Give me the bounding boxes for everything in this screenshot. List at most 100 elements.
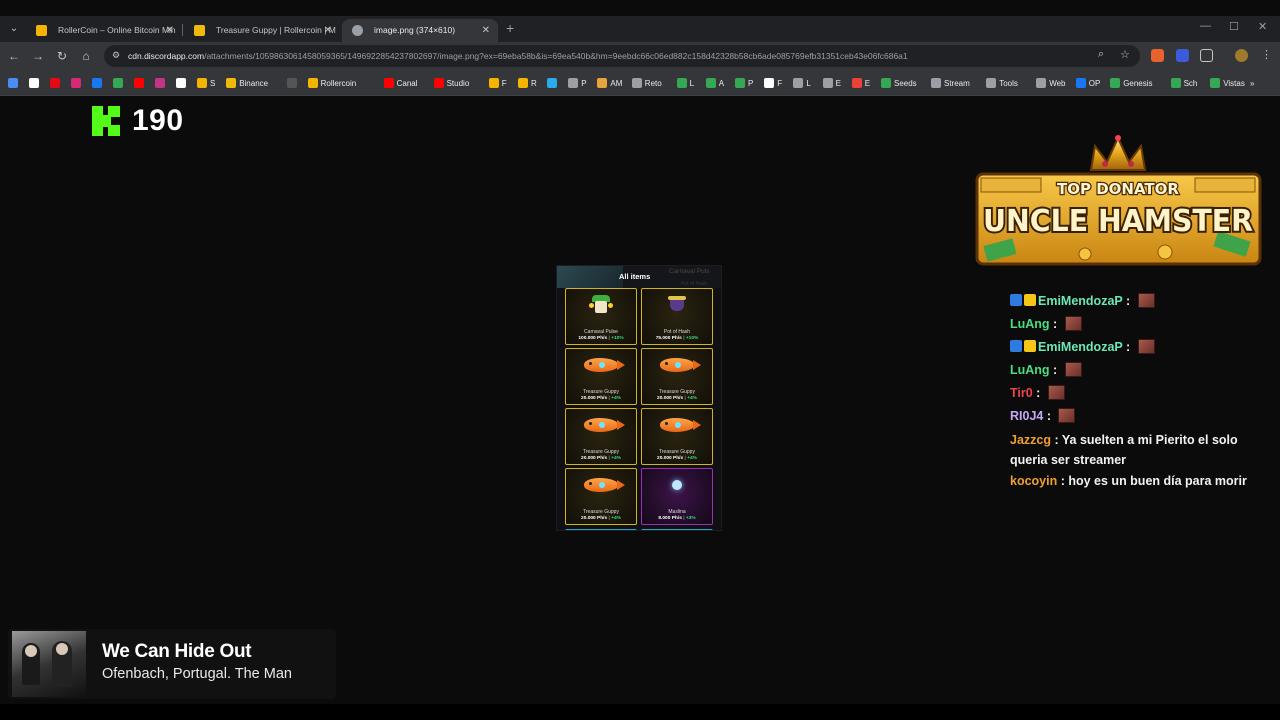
bookmark-item[interactable]: Vistas [1210, 75, 1245, 91]
bookmark-item[interactable]: Sch [1170, 75, 1197, 91]
extension-b-icon[interactable] [1176, 49, 1189, 62]
bookmark-item[interactable] [92, 75, 102, 91]
item-power: 75.000 Ph/s | +10% [655, 336, 699, 341]
address-bar[interactable]: ⚙ cdn.discordapp.com/attachments/1059863… [104, 45, 1140, 67]
bookmark-label: OP [1088, 78, 1101, 88]
bookmark-item[interactable] [155, 75, 165, 91]
inventory-card: Treasure Guppy 20.000 Ph/s | +4% [565, 348, 637, 405]
bookmark-star-icon[interactable]: ☆ [1120, 48, 1130, 61]
gift-badge-icon [1024, 294, 1036, 306]
tab-treasure-guppy[interactable]: Treasure Guppy | Rollercoin | M ✕ [184, 19, 340, 42]
url-text[interactable]: cdn.discordapp.com/attachments/105986306… [128, 45, 1048, 67]
bookmark-item[interactable]: L [793, 75, 811, 91]
back-icon[interactable]: ← [6, 48, 22, 64]
tab-image-png[interactable]: image.png (374×610) ✕ [342, 19, 498, 42]
zoom-icon[interactable]: ⌕ [1098, 48, 1104, 61]
bookmark-favicon-icon [568, 78, 579, 88]
chat-username[interactable]: kocoyin [1010, 474, 1057, 488]
ghost-label: Carnaval Puls [669, 268, 710, 275]
more-bookmarks-icon[interactable]: » [1250, 75, 1254, 91]
chat-username[interactable]: LuAng [1010, 363, 1050, 377]
chat-username[interactable]: Jazzcg [1010, 433, 1051, 447]
chat-message: EmiMendozaP : [1010, 338, 1155, 357]
gift-badge-icon [1024, 340, 1036, 352]
bookmark-favicon-icon [383, 78, 394, 88]
new-tab-icon[interactable]: + [506, 20, 514, 36]
bookmark-item[interactable]: A [705, 75, 724, 91]
bookmark-item[interactable]: F [764, 75, 782, 91]
chat-username[interactable]: Tir0 [1010, 386, 1033, 400]
extensions-puzzle-icon[interactable] [1200, 49, 1213, 62]
bookmark-favicon-icon [8, 78, 18, 88]
item-power-value: 8.000 Ph/s [658, 516, 682, 521]
chat-username[interactable]: LuAng [1010, 317, 1050, 331]
bookmark-favicon-icon [155, 78, 165, 88]
bookmark-label: P [748, 78, 754, 88]
bookmark-item[interactable]: Rollercoin [307, 75, 356, 91]
bookmark-label: P [581, 78, 587, 88]
bookmark-item[interactable]: AM [597, 75, 622, 91]
close-tab-icon[interactable]: ✕ [324, 19, 332, 42]
bookmark-favicon-icon [226, 78, 237, 88]
site-info-icon[interactable]: ⚙ [112, 50, 124, 62]
window-close-icon[interactable]: ✕ [1258, 20, 1267, 33]
close-tab-icon[interactable]: ✕ [482, 19, 490, 42]
bookmark-item[interactable] [50, 75, 60, 91]
bookmark-item[interactable] [113, 75, 123, 91]
chat-username[interactable]: EmiMendozaP [1038, 340, 1123, 354]
item-power: 20.000 Ph/s | +4% [581, 396, 621, 401]
bookmark-item[interactable]: L [676, 75, 694, 91]
bookmark-item[interactable] [71, 75, 81, 91]
bookmark-item[interactable]: Seeds [881, 75, 917, 91]
chrome-menu-icon[interactable]: ⋮ [1261, 48, 1272, 61]
minimize-icon[interactable]: — [1200, 20, 1211, 32]
bookmark-item[interactable]: E [822, 75, 841, 91]
bookmark-favicon-icon [597, 78, 608, 88]
bookmark-item[interactable]: Canal [383, 75, 418, 91]
bookmark-item[interactable] [134, 75, 144, 91]
bookmark-label: AM [610, 78, 623, 88]
profile-avatar-icon[interactable] [1235, 49, 1248, 62]
tab-rollercoin[interactable]: RollerCoin – Online Bitcoin Min ✕ [26, 19, 182, 42]
bookmark-item[interactable] [547, 75, 558, 91]
bookmark-item[interactable]: Binance [226, 75, 268, 91]
bookmark-item[interactable] [286, 75, 297, 91]
bookmark-item[interactable] [29, 75, 39, 91]
bookmark-item[interactable]: Stream [931, 75, 970, 91]
item-power-value: 20.000 Ph/s [581, 516, 608, 521]
bookmark-item[interactable]: F [488, 75, 507, 91]
bookmark-item[interactable]: E [851, 75, 870, 91]
tab-label: image.png (374×610) [374, 25, 456, 35]
rollercoin-inventory-image: All items Carnaval Puls Pot of Hash Carn… [556, 265, 722, 531]
bookmark-label: Stream [944, 78, 970, 88]
extension-fox-icon[interactable] [1151, 49, 1164, 62]
bookmark-item[interactable]: R [518, 75, 537, 91]
bookmark-item[interactable]: OP [1075, 75, 1101, 91]
chat-username[interactable]: EmiMendozaP [1038, 294, 1123, 308]
bookmark-item[interactable]: P [735, 75, 753, 91]
item-bonus-value: +4% [687, 456, 697, 461]
item-name: Treasure Guppy [583, 449, 619, 455]
rollercoin-favicon-icon [36, 25, 47, 36]
bookmark-item[interactable]: Studio [433, 75, 469, 91]
forward-icon[interactable]: → [30, 48, 46, 64]
item-name: Treasure Guppy [583, 509, 619, 515]
bookmark-favicon-icon [764, 78, 775, 88]
bookmark-item[interactable]: Reto [631, 75, 662, 91]
bookmark-item[interactable]: Tools [986, 75, 1018, 91]
chat-username[interactable]: RI0J4 [1010, 409, 1043, 423]
bookmark-item[interactable] [8, 75, 18, 91]
close-tab-icon[interactable]: ✕ [166, 19, 174, 42]
maximize-icon[interactable]: ☐ [1229, 20, 1239, 33]
bookmark-item[interactable] [176, 75, 186, 91]
bookmark-item[interactable]: Genesis [1110, 75, 1153, 91]
bookmark-item[interactable]: S [197, 75, 215, 91]
bookmark-favicon-icon [631, 78, 642, 88]
bookmark-label: Reto [644, 78, 662, 88]
bookmark-item[interactable]: P [568, 75, 587, 91]
item-power-value: 20.000 Ph/s [657, 396, 684, 401]
reload-icon[interactable]: ↻ [54, 48, 70, 64]
home-icon[interactable]: ⌂ [78, 48, 94, 64]
tab-search-icon[interactable]: ⌄ [6, 21, 22, 37]
bookmark-item[interactable]: Web [1036, 75, 1066, 91]
